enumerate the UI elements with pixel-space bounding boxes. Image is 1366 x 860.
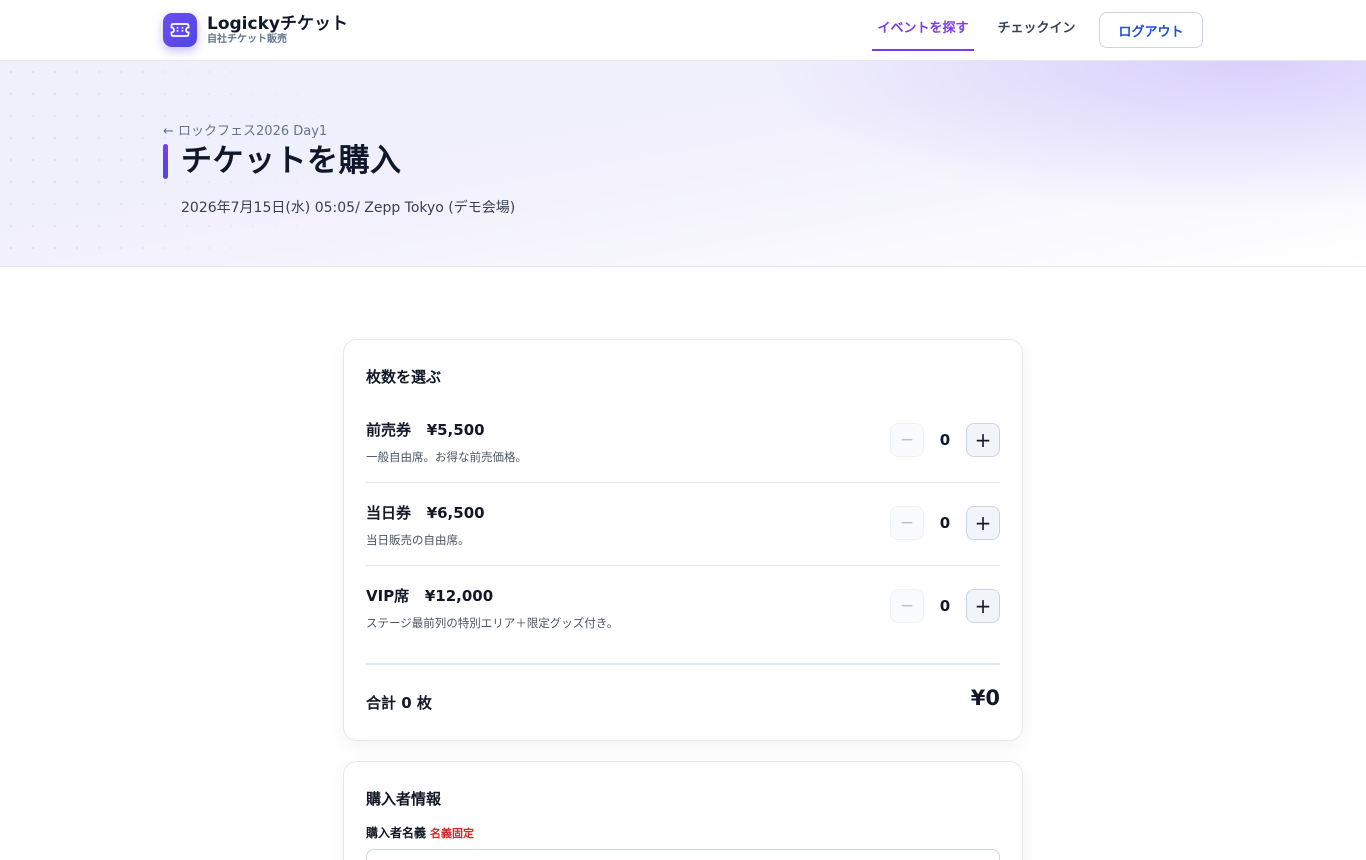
ticket-name-price: 前売券 ¥5,500 xyxy=(366,419,485,440)
name-fixed-badge: 名義固定 xyxy=(430,827,475,840)
buyer-name-input[interactable] xyxy=(366,849,1000,860)
brand[interactable]: Logickyチケット 自社チケット販売 xyxy=(163,13,348,47)
buyer-name-label: 購入者名義 名義固定 xyxy=(366,824,474,841)
ticket-price: ¥12,000 xyxy=(424,587,494,605)
event-date-venue: 2026年7月15日(水) 05:05/ Zepp Tokyo (デモ会場) xyxy=(181,200,516,216)
ticket-description: 当日販売の自由席。 xyxy=(366,533,470,547)
ticket-name-price: VIP席 ¥12,000 xyxy=(366,585,493,606)
nav-find-events[interactable]: イベントを探す xyxy=(872,19,974,51)
total-count: 合計 0 枚 xyxy=(366,694,432,712)
ticket-name-price: 当日券 ¥6,500 xyxy=(366,502,485,523)
ticket-name: VIP席 xyxy=(366,587,410,605)
quantity-value: 0 xyxy=(939,431,951,449)
ticket-quantity-card: 枚数を選ぶ 前売券 ¥5,500 一般自由席。お得な前売価格。 − 0 + 当日… xyxy=(343,339,1023,741)
page-title: チケットを購入 xyxy=(181,143,402,179)
nav-checkin[interactable]: チェックイン xyxy=(990,19,1083,51)
increment-button[interactable]: + xyxy=(966,589,1000,623)
ticket-row-advance: 前売券 ¥5,500 一般自由席。お得な前売価格。 − 0 + xyxy=(366,400,1000,483)
back-to-event-link[interactable]: ← ロックフェス2026 Day1 xyxy=(163,120,327,139)
quantity-value: 0 xyxy=(939,514,951,532)
decrement-button[interactable]: − xyxy=(890,589,924,623)
brand-subtitle: 自社チケット販売 xyxy=(207,34,287,45)
total-amount: ¥0 xyxy=(970,686,1000,710)
increment-button[interactable]: + xyxy=(966,423,1000,457)
ticket-row-vip: VIP席 ¥12,000 ステージ最前列の特別エリア＋限定グッズ付き。 − 0 … xyxy=(366,566,1000,649)
increment-button[interactable]: + xyxy=(966,506,1000,540)
ticket-row-door: 当日券 ¥6,500 当日販売の自由席。 − 0 + xyxy=(366,483,1000,566)
quantity-stepper-door: − 0 + xyxy=(890,506,1000,540)
quantity-stepper-vip: − 0 + xyxy=(890,589,1000,623)
ticket-description: ステージ最前列の特別エリア＋限定グッズ付き。 xyxy=(366,616,619,630)
total-divider xyxy=(366,663,1000,665)
quantity-value: 0 xyxy=(939,597,951,615)
decrement-button[interactable]: − xyxy=(890,506,924,540)
ticket-description: 一般自由席。お得な前売価格。 xyxy=(366,450,527,464)
ticket-icon xyxy=(163,13,197,47)
quantity-stepper-advance: − 0 + xyxy=(890,423,1000,457)
brand-name: Logickyチケット xyxy=(207,14,348,34)
page-hero: ← ロックフェス2026 Day1 チケットを購入 2026年7月15日(水) … xyxy=(0,61,1366,267)
buyer-card-title: 購入者情報 xyxy=(366,790,442,808)
quantity-card-title: 枚数を選ぶ xyxy=(366,368,442,386)
buyer-name-label-text: 購入者名義 xyxy=(366,826,427,840)
ticket-price: ¥5,500 xyxy=(426,421,485,439)
logout-button[interactable]: ログアウト xyxy=(1099,12,1203,48)
title-accent-bar xyxy=(163,144,168,179)
ticket-name: 前売券 xyxy=(366,421,412,439)
decrement-button[interactable]: − xyxy=(890,423,924,457)
ticket-name: 当日券 xyxy=(366,504,412,522)
buyer-info-card: 購入者情報 購入者名義 名義固定 xyxy=(343,761,1023,860)
top-header: Logickyチケット 自社チケット販売 イベントを探す チェックイン ログアウ… xyxy=(0,0,1366,61)
ticket-price: ¥6,500 xyxy=(426,504,485,522)
